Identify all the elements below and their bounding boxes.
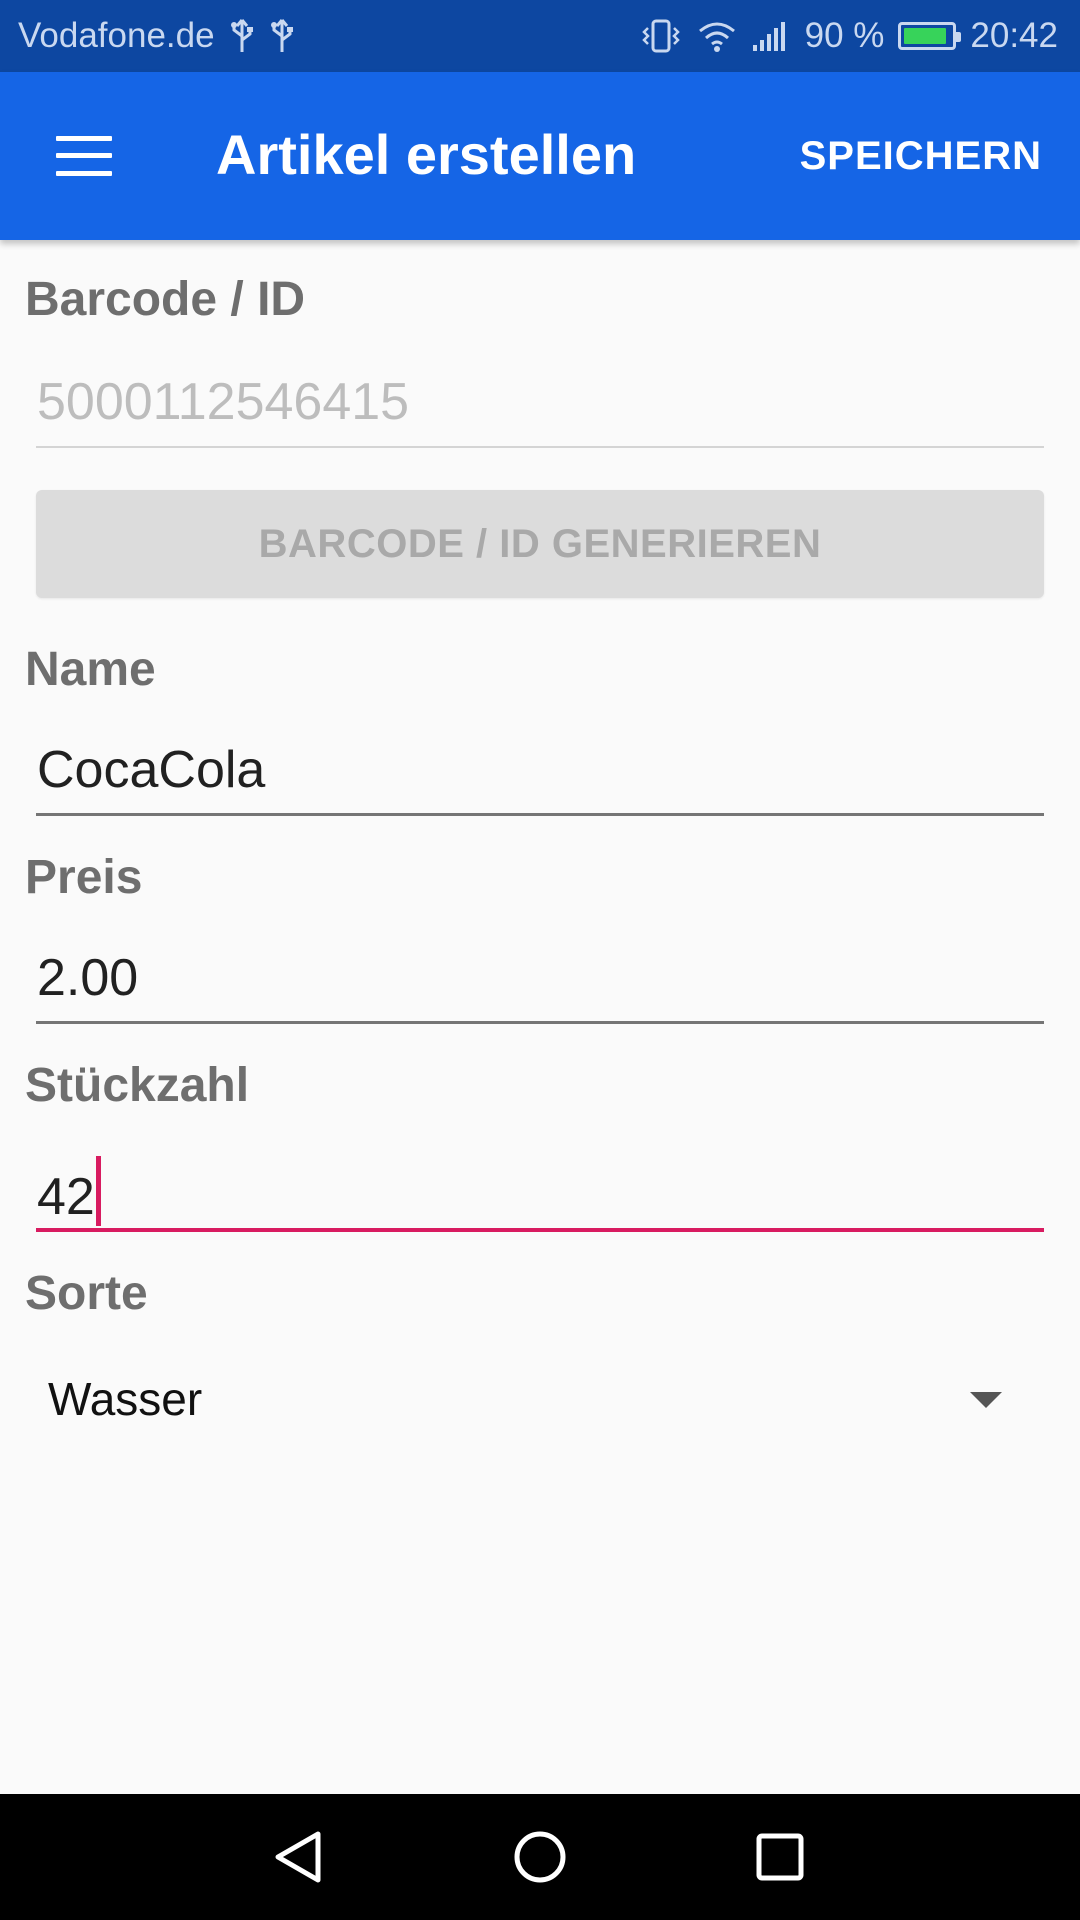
quantity-value: 42: [37, 1168, 95, 1226]
home-icon[interactable]: [505, 1822, 575, 1892]
kind-dropdown[interactable]: Wasser: [36, 1350, 1044, 1450]
barcode-label: Barcode / ID: [25, 273, 306, 326]
name-label: Name: [25, 643, 156, 696]
app-bar: Artikel erstellen SPEICHERN: [0, 72, 1080, 240]
carrier-name: Vodafone.de: [18, 16, 215, 55]
battery-icon: [898, 22, 962, 50]
kind-selected-value: Wasser: [48, 1373, 203, 1425]
navigation-bar: [0, 1794, 1080, 1920]
name-field[interactable]: CocaCola: [36, 726, 1044, 816]
menu-icon[interactable]: [56, 136, 112, 176]
clock: 20:42: [970, 16, 1058, 55]
price-field[interactable]: 2.00: [36, 934, 1044, 1024]
battery-level: [904, 28, 946, 44]
vibrate-icon: [639, 18, 683, 54]
save-button[interactable]: SPEICHERN: [800, 134, 1042, 179]
status-left: Vodafone.de: [18, 16, 295, 56]
back-icon[interactable]: [264, 1822, 334, 1892]
generate-barcode-button[interactable]: BARCODE / ID GENERIEREN: [36, 490, 1044, 598]
usb-icon: [269, 18, 295, 54]
dropdown-arrow-icon: [970, 1392, 1002, 1408]
status-bar: Vodafone.de 90 % 20:42: [0, 0, 1080, 72]
barcode-value: 5000112546415: [37, 373, 410, 431]
kind-label: Sorte: [25, 1267, 148, 1320]
quantity-label: Stückzahl: [25, 1059, 250, 1112]
signal-icon: [751, 19, 791, 53]
status-right: 90 % 20:42: [639, 16, 1058, 56]
barcode-field: 5000112546415: [36, 358, 1044, 448]
recents-icon[interactable]: [745, 1822, 815, 1892]
page-title: Artikel erstellen: [216, 123, 637, 186]
name-value: CocaCola: [37, 741, 266, 799]
usb-icon: [229, 18, 255, 54]
quantity-field[interactable]: 42: [36, 1142, 1044, 1232]
price-value: 2.00: [37, 949, 139, 1007]
text-cursor: [95, 1156, 101, 1226]
quantity-value-wrap: 42: [37, 1156, 101, 1227]
wifi-icon: [697, 19, 737, 53]
battery-percentage: 90 %: [804, 16, 885, 55]
price-label: Preis: [25, 851, 143, 904]
